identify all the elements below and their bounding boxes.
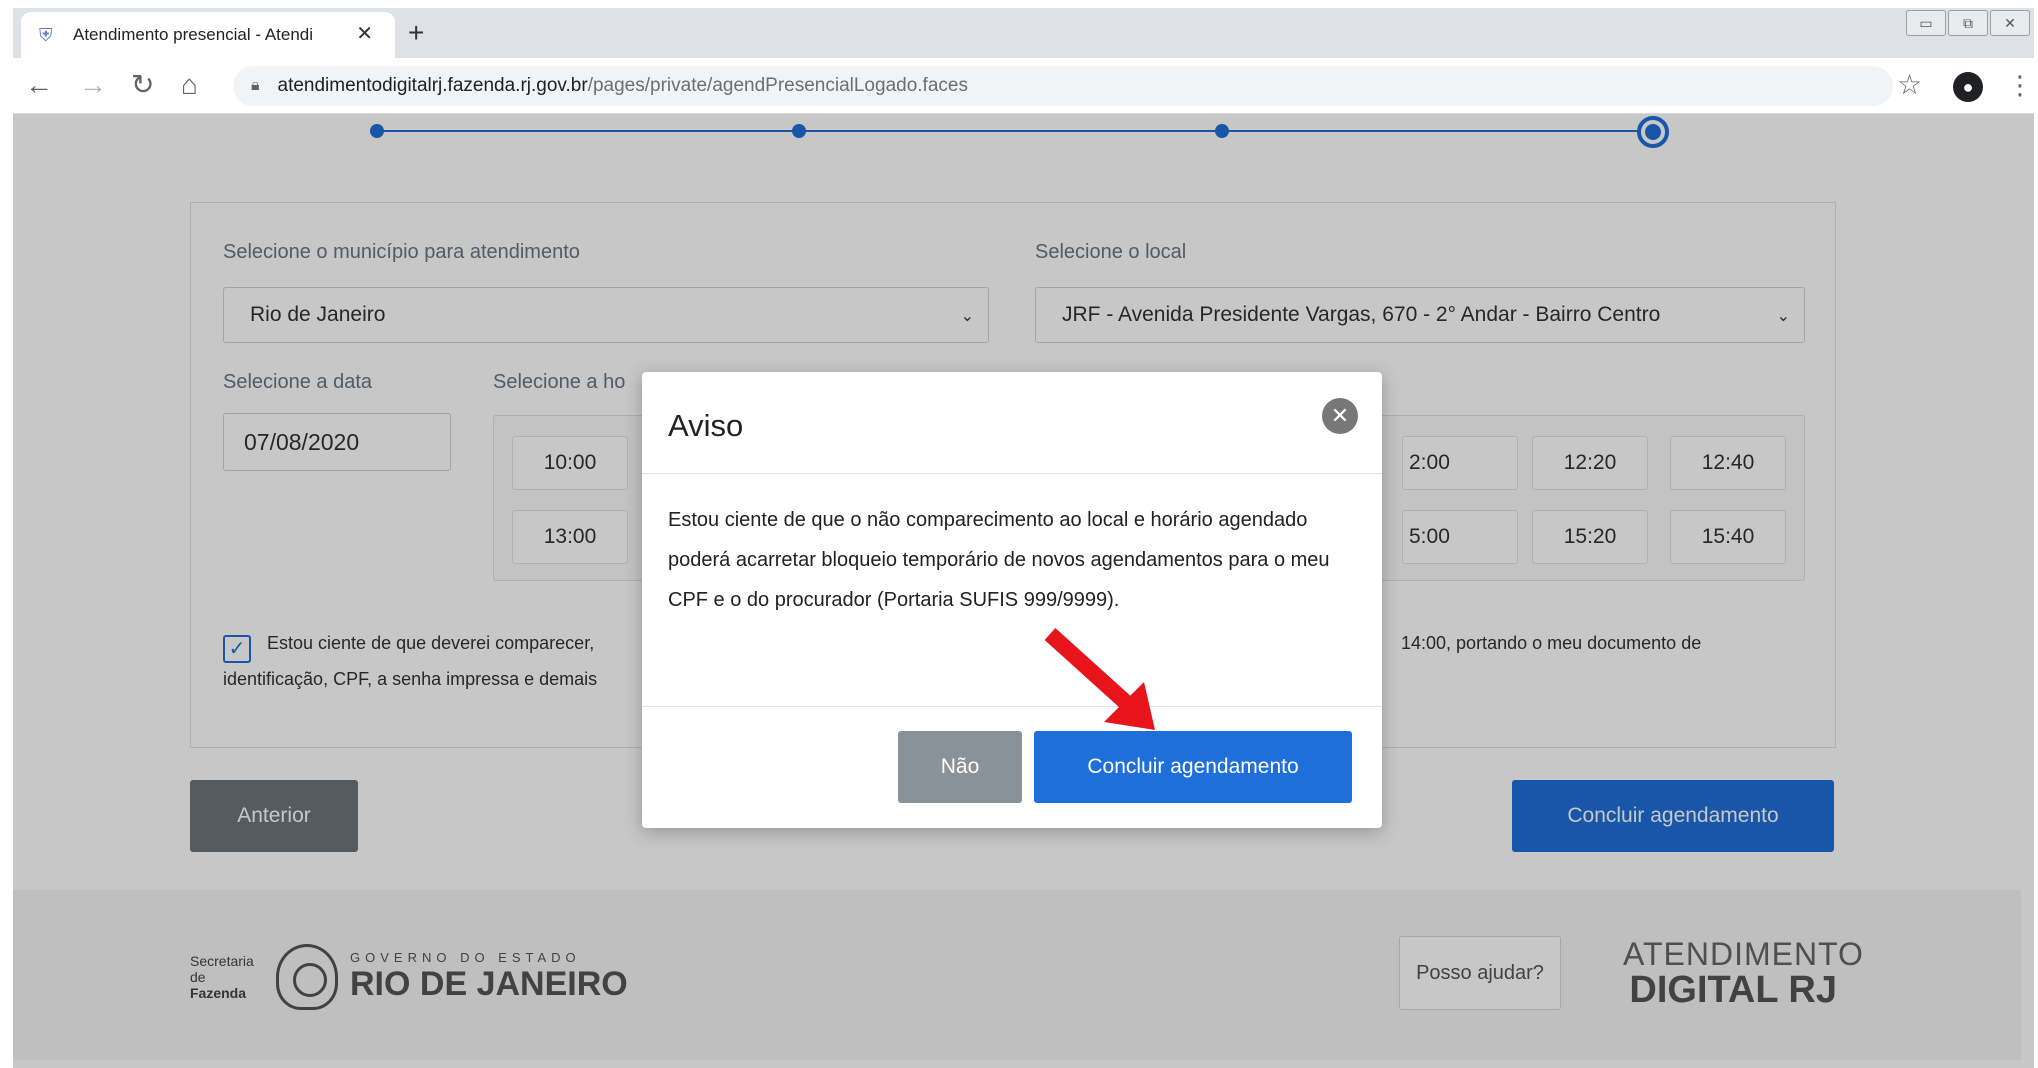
profile-icon[interactable]: ● (1953, 72, 1983, 102)
warning-dialog: Aviso ✕ Estou ciente de que o não compar… (642, 372, 1382, 828)
home-icon[interactable]: ⌂ (181, 68, 198, 102)
close-circle-icon[interactable]: ✕ (1322, 398, 1358, 434)
browser-tab[interactable]: ⛨ Atendimento presencial - Atendi ✕ (21, 12, 395, 58)
url-host: atendimentodigitalrj.fazenda.rj.gov.br (277, 75, 588, 96)
dialog-footer: Não Concluir agendamento (642, 706, 1382, 828)
tab-title: Atendimento presencial - Atendi (73, 25, 314, 44)
star-icon[interactable]: ☆ (1897, 70, 1922, 100)
red-arrow-annotation (1044, 628, 1155, 730)
new-tab-button[interactable]: + (408, 18, 424, 48)
reload-icon[interactable]: ↻ (131, 68, 154, 102)
arrow-right-icon[interactable]: → (79, 68, 107, 102)
browser-window: ⛨ Atendimento presencial - Atendi ✕ + ▭ … (0, 0, 2038, 1068)
tab-strip: ⛨ Atendimento presencial - Atendi ✕ + ▭ … (13, 8, 2034, 58)
minimize-icon[interactable]: ▭ (1906, 10, 1946, 36)
lock-icon: 🔒︎ (251, 77, 260, 94)
close-window-icon[interactable]: ✕ (1990, 10, 2030, 36)
window-controls: ▭ ⧉ ✕ (1906, 10, 2030, 36)
arrow-left-icon[interactable]: ← (25, 68, 53, 102)
dialog-message: Estou ciente de que o não comparecimento… (668, 509, 1330, 611)
coat-of-arms-icon: ⛨ (39, 25, 53, 45)
browser-toolbar: ← → ↻ ⌂ 🔒︎ atendimentodigitalrj.fazenda.… (13, 58, 2034, 114)
restore-icon[interactable]: ⧉ (1948, 10, 1988, 36)
kebab-menu-icon[interactable]: ⋮ (2007, 70, 2033, 100)
address-bar[interactable]: 🔒︎ atendimentodigitalrj.fazenda.rj.gov.b… (233, 66, 1893, 106)
close-tab-icon[interactable]: ✕ (356, 22, 373, 46)
dialog-title: Aviso (668, 408, 744, 443)
dialog-header: Aviso ✕ (642, 372, 1382, 474)
url-path: /pages/private/agendPresencialLogado.fac… (587, 75, 968, 96)
no-button[interactable]: Não (898, 731, 1022, 803)
